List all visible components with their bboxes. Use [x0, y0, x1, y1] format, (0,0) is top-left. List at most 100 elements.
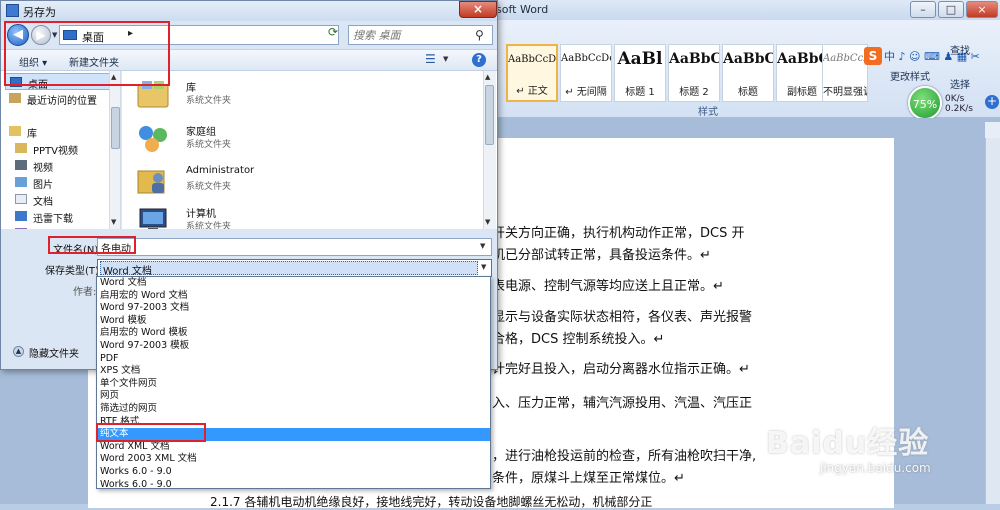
doc-line: 2.1.7 各辅机电动机绝缘良好，接地线完好，转动设备地脚螺丝无松动，机械部分正 — [210, 495, 653, 509]
download-folder-icon — [15, 211, 27, 221]
style-heading-2[interactable]: AaBbC 标题 2 — [668, 44, 720, 102]
nav-item-libraries[interactable]: 库 — [5, 123, 113, 140]
view-dropdown-icon[interactable]: ▼ — [443, 55, 448, 63]
view-options-icon[interactable]: ☰ — [425, 52, 436, 66]
download-speed: 0.2K/s — [945, 104, 973, 114]
savetype-option[interactable]: PDF — [97, 353, 490, 366]
sogou-ime-icon[interactable]: S — [864, 47, 882, 65]
style-heading-1[interactable]: AaBl 标题 1 — [614, 44, 666, 102]
word-close-button[interactable]: × — [966, 1, 998, 18]
help-icon[interactable]: ? — [472, 53, 486, 67]
user-folder-icon — [136, 165, 170, 195]
savetype-option[interactable]: Word 97-2003 文档 — [97, 302, 490, 315]
file-name: Administrator — [186, 165, 255, 176]
doc-line: 入、压力正常，辅汽汽源投用、汽温、汽压正 — [492, 396, 753, 411]
style-no-spacing[interactable]: AaBbCcDc ↵ 无间隔 — [560, 44, 612, 102]
file-type: 系统文件夹 — [186, 182, 232, 192]
hide-folders-button[interactable]: 隐藏文件夹 — [29, 345, 79, 360]
refresh-icon[interactable]: ⟳ — [328, 25, 342, 39]
list-item[interactable]: 库 系统文件夹 — [132, 75, 472, 117]
scrollbar-thumb[interactable] — [485, 85, 494, 145]
savetype-option[interactable]: 单个文件网页 — [97, 378, 490, 391]
homegroup-icon — [136, 123, 170, 153]
nav-item-pictures[interactable]: 图片 — [11, 174, 119, 191]
annotation-box-nav — [4, 21, 170, 86]
search-box[interactable]: ⚲ — [348, 25, 493, 45]
search-icon[interactable]: ⚲ — [475, 28, 489, 42]
savetype-option[interactable]: 启用宏的 Word 文档 — [97, 290, 490, 303]
style-sample: AaBbC — [723, 51, 773, 67]
word-doc-icon — [6, 4, 19, 17]
style-subtitle[interactable]: AaBbC 副标题 — [776, 44, 828, 102]
chevron-up-icon[interactable]: ▲ — [13, 346, 24, 357]
savetype-option[interactable]: 启用宏的 Word 模板 — [97, 327, 490, 340]
doc-line: 表电源、控制气源等均应送上且正常。↵ — [492, 279, 724, 294]
scroll-down-icon[interactable]: ▼ — [111, 218, 116, 226]
nav-item-label: 图片 — [33, 180, 53, 191]
doc-line: 条件，原煤斗上煤至正常煤位。↵ — [492, 471, 685, 486]
style-sample: AaBbCcDc — [508, 54, 556, 65]
scroll-up-icon[interactable]: ▲ — [485, 73, 490, 81]
savetype-option[interactable]: XPS 文档 — [97, 365, 490, 378]
style-title[interactable]: AaBbC 标题 — [722, 44, 774, 102]
file-name: 计算机 — [186, 209, 216, 220]
nav-item-thunder-downloads[interactable]: 迅雷下载 — [11, 208, 119, 225]
file-type: 系统文件夹 — [186, 140, 232, 150]
baidu-watermark-url: jingyan.baidu.com — [820, 461, 931, 475]
navigation-scrollbar[interactable]: ▲ ▼ — [109, 71, 120, 229]
nav-item-videos[interactable]: 视频 — [11, 157, 119, 174]
minimize-button[interactable]: – — [910, 1, 936, 18]
style-normal[interactable]: AaBbCcDc ↵ 正文 — [506, 44, 558, 102]
chevron-down-icon[interactable]: ▼ — [481, 263, 486, 271]
nav-item-recent[interactable]: 最近访问的位置 — [5, 90, 113, 107]
filename-input[interactable] — [101, 240, 471, 254]
ruler-toggle[interactable] — [985, 122, 1000, 138]
file-type: 系统文件夹 — [186, 96, 232, 106]
recent-places-icon — [9, 93, 21, 103]
nav-item-documents[interactable]: 文档 — [11, 191, 119, 208]
savetype-option[interactable]: Word 2003 XML 文档 — [97, 453, 490, 466]
plus-icon[interactable]: + — [985, 95, 999, 109]
list-item[interactable]: 家庭组 系统文件夹 — [132, 119, 472, 161]
dialog-close-button[interactable]: × — [459, 1, 497, 18]
list-item[interactable]: 计算机 系统文件夹 — [132, 201, 472, 229]
savetype-select[interactable]: Word 文档 ▼ — [97, 259, 492, 277]
savetype-option[interactable]: 筛选过的网页 — [97, 403, 490, 416]
savetype-value[interactable]: Word 文档 — [100, 261, 478, 277]
document-scrollbar[interactable] — [985, 138, 1000, 504]
savetype-option[interactable]: 网页 — [97, 390, 490, 403]
list-item[interactable]: Administrator 系统文件夹 — [132, 161, 472, 203]
chevron-down-icon[interactable]: ▼ — [480, 242, 485, 250]
library-icon — [9, 126, 21, 136]
style-sample: AaBbCcDc — [561, 53, 611, 64]
style-subtle-emphasis[interactable]: AaBbCcDc 不明显强调 — [822, 44, 868, 102]
style-name: 标题 2 — [679, 87, 709, 98]
nav-item-label: 库 — [27, 129, 37, 140]
dialog-titlebar[interactable]: 另存为 × — [1, 1, 497, 21]
nav-item-pptv[interactable]: PPTV视频 — [11, 140, 119, 157]
filename-combobox[interactable]: ▼ — [97, 238, 492, 256]
maximize-button[interactable]: □ — [938, 1, 964, 18]
author-label: 作者: — [73, 287, 97, 298]
savetype-option[interactable]: Word 文档 — [97, 277, 490, 290]
search-input[interactable] — [353, 28, 473, 43]
nav-item-label: 迅雷下载 — [33, 214, 73, 225]
savetype-option[interactable]: Word XML 文档 — [97, 441, 490, 454]
savetype-option[interactable]: Word 模板 — [97, 315, 490, 328]
scrollbar-thumb[interactable] — [111, 107, 120, 149]
file-list-scrollbar[interactable]: ▲ ▼ — [483, 71, 496, 229]
navigation-pane: 桌面 最近访问的位置 库 PPTV视频 视频 图片 文档 迅雷下载 ▲ ▼ — [1, 71, 121, 229]
style-sample: AaBl — [617, 49, 663, 69]
savetype-option[interactable]: Word 97-2003 模板 — [97, 340, 490, 353]
change-styles-button[interactable]: 更改样式 — [890, 68, 930, 83]
find-button[interactable]: 查找 — [950, 42, 970, 57]
annotation-box-filename — [48, 236, 136, 254]
network-speed-widget[interactable]: 75% 0K/s 0.2K/s + — [905, 84, 1000, 120]
upload-speed: 0K/s — [945, 94, 965, 104]
annotation-box-plain-text — [96, 423, 206, 442]
nav-item-label: 文档 — [33, 197, 53, 208]
savetype-option[interactable]: Works 6.0 - 9.0 — [97, 479, 490, 490]
scroll-down-icon[interactable]: ▼ — [485, 218, 490, 226]
savetype-option[interactable]: Works 6.0 - 9.0 — [97, 466, 490, 479]
styles-group-label: 样式 — [698, 107, 718, 118]
